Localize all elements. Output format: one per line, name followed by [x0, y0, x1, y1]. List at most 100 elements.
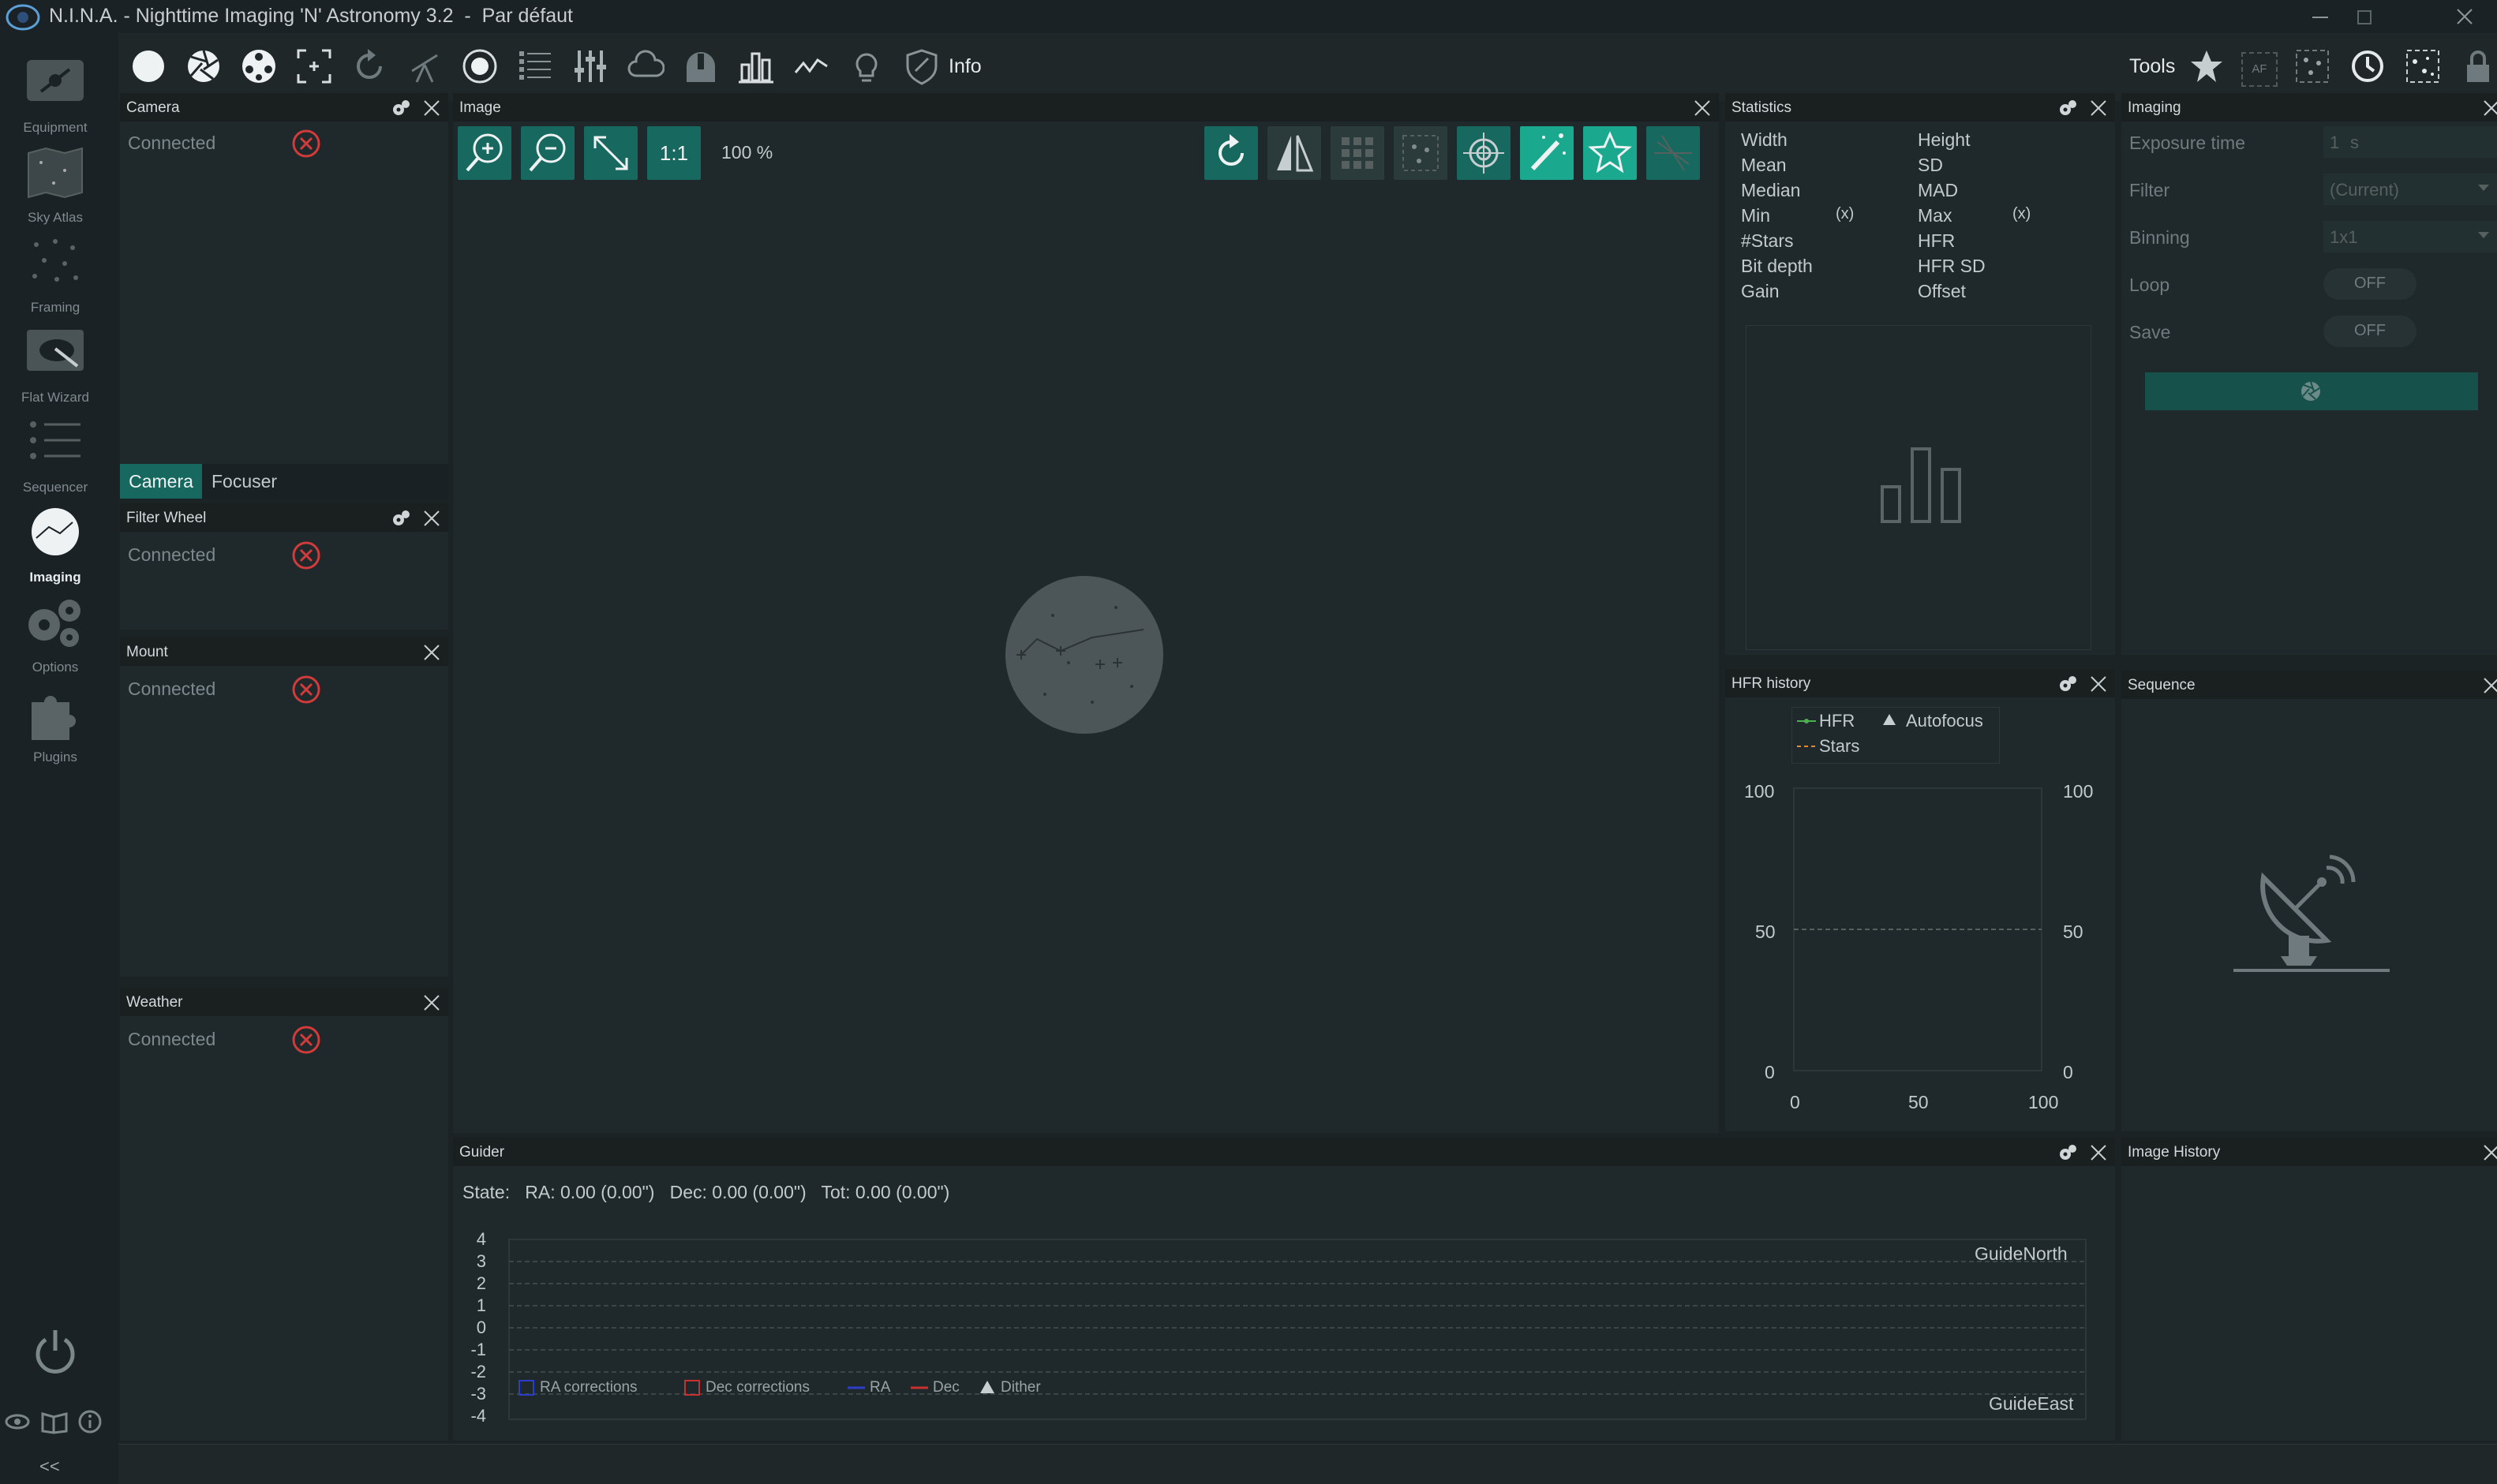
focuser-icon[interactable] — [295, 47, 333, 85]
legend-ra-corrections: RA corrections — [540, 1379, 638, 1396]
stat-label: Median — [1741, 180, 1801, 200]
flip-button[interactable] — [1267, 126, 1321, 180]
image-history-panel: Image History — [2121, 1138, 2497, 1441]
close-icon[interactable] — [2481, 675, 2497, 696]
star-detection-icon[interactable] — [2293, 47, 2331, 85]
star-annotate-button[interactable] — [1394, 126, 1447, 180]
settings-gears-icon[interactable] — [391, 99, 410, 117]
history-icon[interactable] — [2349, 47, 2387, 85]
close-window-icon[interactable] — [2453, 5, 2476, 28]
filter-value: (Current) — [2330, 180, 2400, 200]
bahtinov-button[interactable] — [1646, 126, 1700, 180]
settings-gears-icon[interactable] — [2058, 675, 2077, 693]
close-icon[interactable] — [421, 992, 442, 1013]
camera-panel: Camera Connected — [120, 93, 448, 464]
cloud-icon[interactable] — [627, 47, 664, 85]
close-icon[interactable] — [421, 642, 442, 663]
min-position: (x) — [1836, 205, 1855, 222]
autofocus-button[interactable]: AF — [2241, 52, 2278, 87]
binning-select[interactable]: 1x1 — [2323, 221, 2497, 252]
auto-stretch-button[interactable] — [1520, 126, 1574, 180]
telescope-icon[interactable] — [406, 47, 444, 85]
zoom-out-button[interactable] — [521, 126, 575, 180]
lightbulb-icon[interactable] — [848, 47, 885, 85]
rotator-icon[interactable] — [350, 47, 388, 85]
zoom-in-icon — [466, 133, 503, 172]
panel-header: Camera — [120, 93, 448, 121]
hfr-legend-marker — [1797, 719, 1816, 723]
collapse-sidebar-button[interactable]: << — [39, 1456, 60, 1477]
sidebar-item-equipment[interactable]: Equipment — [0, 57, 110, 144]
chevron-down-icon — [2478, 232, 2489, 238]
sidebar-item-imaging[interactable]: Imaging — [0, 507, 110, 593]
tab-focuser[interactable]: Focuser — [212, 464, 277, 499]
loop-label: Loop — [2129, 275, 2170, 295]
filter-select[interactable]: (Current) — [2323, 174, 2497, 205]
hfr-graph-icon[interactable] — [792, 47, 830, 85]
filter-wheel-icon[interactable] — [240, 47, 278, 85]
lock-icon[interactable] — [2459, 47, 2497, 85]
minimize-icon[interactable] — [2309, 6, 2331, 28]
info-tab[interactable]: Info — [949, 55, 982, 78]
close-icon[interactable] — [421, 508, 442, 529]
exposure-time-input[interactable]: 1 s — [2323, 126, 2497, 158]
fit-to-screen-button[interactable] — [584, 126, 638, 180]
plate-solve-icon[interactable] — [2404, 47, 2442, 85]
stat-label: Min — [1741, 205, 1771, 226]
chevron-down-icon — [2478, 185, 2489, 191]
sliders-icon[interactable] — [571, 47, 609, 85]
info-circle-icon[interactable] — [77, 1409, 103, 1434]
guider-target-icon[interactable] — [461, 47, 499, 85]
maximize-icon[interactable] — [2353, 6, 2375, 28]
imaging-icon[interactable] — [129, 47, 167, 85]
stars-legend-marker — [1797, 746, 1816, 747]
star-icon[interactable] — [2188, 47, 2226, 85]
settings-gears-icon[interactable] — [391, 510, 410, 527]
close-icon[interactable] — [2088, 98, 2109, 118]
disconnected-icon — [292, 541, 320, 570]
settings-gears-icon[interactable] — [2058, 1144, 2077, 1161]
close-icon[interactable] — [2481, 98, 2497, 118]
exposure-time-label: Exposure time — [2129, 133, 2246, 153]
tab-camera[interactable]: Camera — [120, 464, 202, 499]
sidebar-item-plugins[interactable]: Plugins — [0, 686, 110, 773]
settings-gears-icon[interactable] — [2058, 99, 2077, 117]
sidebar-item-options[interactable]: Options — [0, 596, 110, 683]
bar-chart-icon[interactable] — [737, 47, 775, 85]
loop-toggle[interactable]: OFF — [2323, 268, 2417, 300]
auto-stretch-rotate-button[interactable] — [1204, 126, 1258, 180]
loop-state: OFF — [2354, 275, 2386, 292]
y-tick: 0 — [2063, 1062, 2073, 1082]
x-tick: 50 — [1908, 1092, 1929, 1112]
y-tick: -3 — [470, 1384, 486, 1404]
sidebar-item-sequencer[interactable]: Sequencer — [0, 417, 110, 503]
sidebar-item-sky-atlas[interactable]: Sky Atlas — [0, 147, 110, 234]
close-icon[interactable] — [421, 98, 442, 118]
save-toggle[interactable]: OFF — [2323, 316, 2417, 347]
grid-button[interactable] — [1331, 126, 1384, 180]
dome-icon[interactable] — [682, 47, 720, 85]
start-capture-button[interactable] — [2145, 372, 2478, 410]
bar-chart-icon — [1881, 447, 1961, 523]
shutter-icon[interactable] — [185, 47, 223, 85]
close-icon[interactable] — [2088, 1142, 2109, 1163]
shutter-icon — [2301, 381, 2320, 401]
book-icon[interactable] — [41, 1409, 68, 1434]
zoom-out-icon — [529, 133, 566, 172]
close-icon[interactable] — [2481, 1142, 2497, 1163]
crosshair-button[interactable] — [1457, 126, 1511, 180]
sidebar-item-framing[interactable]: Framing — [0, 237, 110, 323]
y-tick: 0 — [476, 1318, 486, 1337]
close-icon[interactable] — [2088, 674, 2109, 694]
sequence-list-icon[interactable] — [516, 47, 554, 85]
star-outline-icon — [1588, 131, 1632, 174]
close-icon[interactable] — [1692, 98, 1713, 118]
app-title: N.I.N.A. - Nighttime Imaging 'N' Astrono… — [49, 5, 573, 27]
sidebar-item-flat-wizard[interactable]: Flat Wizard — [0, 327, 110, 413]
detect-stars-button[interactable] — [1583, 126, 1637, 180]
power-icon[interactable] — [32, 1327, 79, 1377]
one-to-one-button[interactable]: 1:1 — [647, 126, 701, 180]
zoom-in-button[interactable] — [458, 126, 511, 180]
shield-icon[interactable] — [903, 47, 941, 85]
eye-icon[interactable] — [5, 1409, 30, 1434]
